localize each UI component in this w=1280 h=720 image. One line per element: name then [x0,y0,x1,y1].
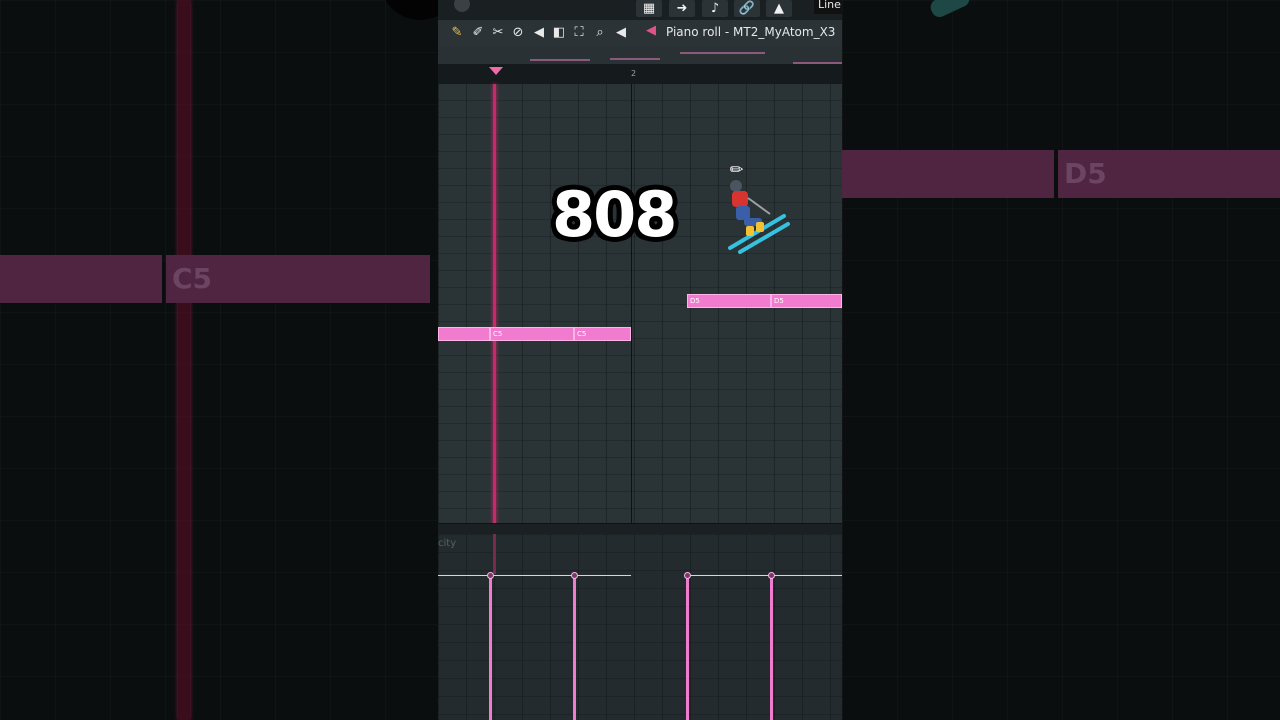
note-d5[interactable]: D5 [771,294,842,308]
mute-icon[interactable]: ◀ [530,24,548,42]
stamp-icon: ▲ [774,1,784,16]
playback-icon[interactable]: ◀ [612,24,630,42]
velocity-handle[interactable] [571,572,578,579]
overview-note-line [530,59,590,61]
playhead-line[interactable] [493,84,496,526]
grid-button[interactable]: ▦ [636,0,662,17]
note-c5[interactable]: C5 [490,327,574,341]
overview-note-line [610,58,660,60]
velocity-handle[interactable] [684,572,691,579]
note-icon: ♪ [710,1,720,16]
note-block[interactable] [438,327,490,341]
note-button[interactable]: ♪ [702,0,728,17]
velocity-handle[interactable] [768,572,775,579]
arrow-right-icon: ➜ [676,1,688,16]
right-blurred-background: D5 [842,0,1280,720]
overview-note-line [680,52,765,54]
select-icon[interactable]: ⛶ [570,24,588,42]
overlay-caption: 808 [552,178,677,251]
right-bg-shade [842,0,1280,720]
left-bg-shade [0,0,438,720]
note-c5[interactable]: C5 [574,327,631,341]
note-d5[interactable]: D5 [687,294,771,308]
velocity-panel[interactable] [438,534,842,720]
pencil-icon[interactable]: ✎ [448,24,466,42]
velocity-level-line [438,575,631,576]
zoom-icon[interactable]: ⌕ [591,24,609,42]
no-entry-icon[interactable]: ⊘ [509,24,527,42]
piano-roll-title: Piano roll - MT2_MyAtom_X3 [666,25,836,39]
skier-icon [728,180,790,254]
grid-icon: ▦ [642,1,656,16]
tools-toolbar: ✎ ✐ ✂ ⊘ ◀ ◧ ⛶ ⌕ ◀ ◀ Piano roll - MT2_MyA… [438,20,842,46]
slice-icon[interactable]: ◧ [550,24,568,42]
snap-selector[interactable]: Line [814,0,842,14]
link-icon: 🔗 [738,1,756,16]
velocity-level-line [687,575,842,576]
overview-bar[interactable] [438,46,842,64]
paint-brush-icon[interactable]: ✐ [469,24,487,42]
delete-icon[interactable]: ✂ [489,24,507,42]
velocity-stem[interactable] [686,576,689,720]
velocity-stem[interactable] [573,576,576,720]
top-toolbar: ▦ ➜ ♪ 🔗 ▲ Line [438,0,842,20]
arrow-button[interactable]: ➜ [669,0,695,17]
playhead-line-velocity [493,534,496,574]
stamp-button[interactable]: ▲ [766,0,792,17]
velocity-handle[interactable] [487,572,494,579]
velocity-stem[interactable] [489,576,492,720]
piano-roll-window: ▦ ➜ ♪ 🔗 ▲ Line ✎ ✐ ✂ ⊘ ◀ ◧ ⛶ ⌕ ◀ ◀ Piano… [438,0,842,720]
link-button[interactable]: 🔗 [734,0,760,17]
playhead-marker-icon[interactable] [489,67,503,75]
master-knob[interactable] [454,0,470,12]
bar-number: 2 [631,69,637,78]
velocity-stem[interactable] [770,576,773,720]
speaker-icon[interactable]: ◀ [646,23,656,38]
velocity-label: city [438,538,457,549]
left-blurred-background: C5 [0,0,438,720]
